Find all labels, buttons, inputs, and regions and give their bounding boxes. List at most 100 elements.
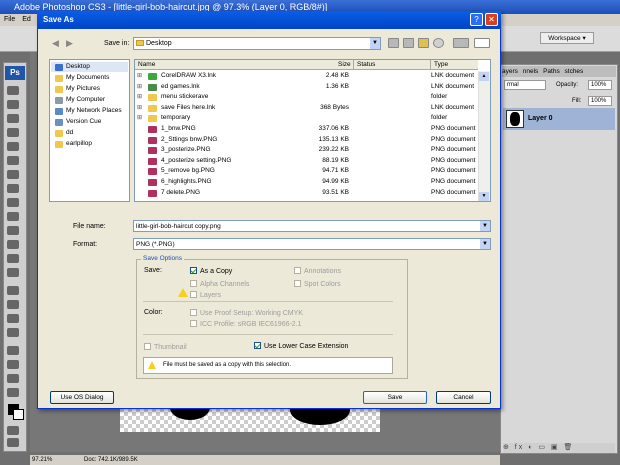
sidebar-item-my-computer[interactable]: My Computer (66, 96, 105, 104)
column-header-name[interactable]: Name (135, 60, 335, 70)
cancel-button[interactable]: Cancel (436, 391, 491, 404)
pen-tool-icon[interactable] (7, 286, 19, 295)
clone-stamp-tool-icon[interactable] (7, 198, 19, 207)
tab-layers[interactable]: ayers (502, 68, 518, 75)
magic-wand-tool-icon[interactable] (7, 128, 19, 137)
status-zoom[interactable]: 97.21% (32, 457, 52, 463)
sidebar-item-my-documents[interactable]: My Documents (66, 74, 109, 82)
quick-mask-icon[interactable] (7, 426, 19, 435)
my-pictures-icon (55, 86, 63, 93)
menu-file[interactable]: File (4, 16, 15, 23)
back-arrow-icon[interactable]: ◀ (52, 38, 64, 48)
close-icon[interactable]: ✕ (485, 13, 498, 26)
tab-paths[interactable]: Paths (543, 68, 560, 75)
slice-tool-icon[interactable] (7, 156, 19, 165)
column-header-status[interactable]: Status (353, 60, 430, 70)
alpha-channels-label: Alpha Channels (200, 281, 250, 288)
lower-case-extension-checkbox[interactable] (254, 342, 261, 349)
file-icon (148, 94, 157, 102)
layers-checkbox[interactable] (190, 291, 197, 298)
chevron-down-icon[interactable]: ▼ (480, 221, 490, 231)
marquee-tool-icon[interactable] (7, 100, 19, 109)
view-menu-icon[interactable] (474, 38, 490, 48)
save-in-select[interactable]: Desktop (133, 37, 381, 50)
sidebar-item-my-pictures[interactable]: My Pictures (66, 85, 100, 93)
icc-profile-checkbox[interactable] (190, 320, 197, 327)
eyedropper-tool-icon[interactable] (7, 360, 19, 369)
folder-icon[interactable] (418, 38, 429, 48)
folder-icon (55, 130, 63, 137)
file-size: 239.22 KB (318, 146, 349, 154)
format-label: Format: (73, 241, 98, 248)
type-tool-icon[interactable] (7, 300, 19, 309)
opacity-field[interactable]: 100% (588, 80, 612, 90)
history-brush-tool-icon[interactable] (7, 212, 19, 221)
expand-icon[interactable]: ⊞ (137, 104, 142, 111)
new-folder-icon[interactable] (403, 38, 414, 48)
expand-icon[interactable]: ⊞ (137, 72, 142, 79)
sidebar-item-version-cue[interactable]: Version Cue (66, 118, 101, 126)
use-os-dialog-button[interactable]: Use OS Dialog (50, 391, 114, 404)
expand-icon[interactable]: ⊞ (137, 83, 142, 90)
as-a-copy-checkbox[interactable] (190, 267, 197, 274)
tab-swatches[interactable]: stches (565, 68, 584, 75)
file-name-field[interactable]: little-girl-bob-haircut copy.png (133, 220, 491, 232)
crop-tool-icon[interactable] (7, 142, 19, 151)
expand-icon[interactable]: ⊞ (137, 114, 142, 121)
file-list-scrollbar[interactable] (478, 71, 490, 201)
blend-mode-select[interactable]: rmal (504, 80, 546, 90)
sidebar-item-dd[interactable]: dd (66, 129, 73, 137)
scroll-up-icon[interactable]: ▲ (479, 72, 489, 81)
path-selection-tool-icon[interactable] (7, 314, 19, 323)
shape-tool-icon[interactable] (7, 328, 19, 337)
version-cue-icon[interactable] (433, 38, 444, 48)
scroll-down-icon[interactable]: ▼ (479, 192, 489, 201)
save-in-label: Save in: (104, 40, 130, 47)
as-a-copy-label: As a Copy (200, 268, 233, 275)
fill-field[interactable]: 100% (588, 96, 612, 106)
workspace-button[interactable]: Workspace ▾ (540, 32, 594, 44)
file-icon (148, 115, 157, 123)
layers-panel-buttons[interactable]: ⊕ fx ◐ ▭ ▣ 🗑 (503, 443, 615, 453)
use-proof-setup-checkbox[interactable] (190, 309, 197, 316)
tools-menu-icon[interactable] (453, 38, 469, 48)
blur-tool-icon[interactable] (7, 254, 19, 263)
expand-icon[interactable]: ⊞ (137, 93, 142, 100)
thumbnail-label: Thumbnail (154, 344, 187, 351)
spot-colors-checkbox[interactable] (294, 280, 301, 287)
divider (143, 334, 393, 335)
tab-channels[interactable]: nnels (523, 68, 539, 75)
use-proof-setup-label: Use Proof Setup: Working CMYK (200, 310, 303, 317)
eraser-tool-icon[interactable] (7, 226, 19, 235)
forward-arrow-icon[interactable]: ▶ (66, 38, 78, 48)
sidebar-item-my-network-places[interactable]: My Network Places (66, 107, 122, 115)
help-icon[interactable]: ? (470, 13, 483, 26)
sidebar-item-desktop[interactable]: Desktop (66, 63, 90, 71)
format-select[interactable]: PNG (*.PNG) (133, 238, 491, 250)
screen-mode-icon[interactable] (7, 438, 19, 447)
move-tool-icon[interactable] (7, 86, 19, 95)
alpha-channels-checkbox[interactable] (190, 280, 197, 287)
healing-brush-tool-icon[interactable] (7, 170, 19, 179)
dodge-tool-icon[interactable] (7, 268, 19, 277)
zoom-tool-icon[interactable] (7, 388, 19, 397)
sidebar-item-earlpillop[interactable]: earlpillop (66, 140, 92, 148)
warning-icon (148, 361, 156, 369)
up-folder-icon[interactable] (388, 38, 399, 48)
chevron-down-icon[interactable]: ▼ (370, 38, 380, 49)
gradient-tool-icon[interactable] (7, 240, 19, 249)
save-label: Save: (144, 267, 162, 274)
thumbnail-checkbox[interactable] (144, 343, 151, 350)
column-header-size[interactable]: Size (335, 60, 353, 70)
file-type: PNG document (431, 125, 476, 132)
save-button[interactable]: Save (363, 391, 427, 404)
lasso-tool-icon[interactable] (7, 114, 19, 123)
background-color-swatch[interactable] (13, 409, 24, 420)
notes-tool-icon[interactable] (7, 346, 19, 355)
column-header-type[interactable]: Type (430, 60, 478, 70)
brush-tool-icon[interactable] (7, 184, 19, 193)
annotations-checkbox[interactable] (294, 267, 301, 274)
menu-edit[interactable]: Ed (22, 16, 31, 23)
chevron-down-icon[interactable]: ▼ (480, 239, 490, 249)
hand-tool-icon[interactable] (7, 374, 19, 383)
